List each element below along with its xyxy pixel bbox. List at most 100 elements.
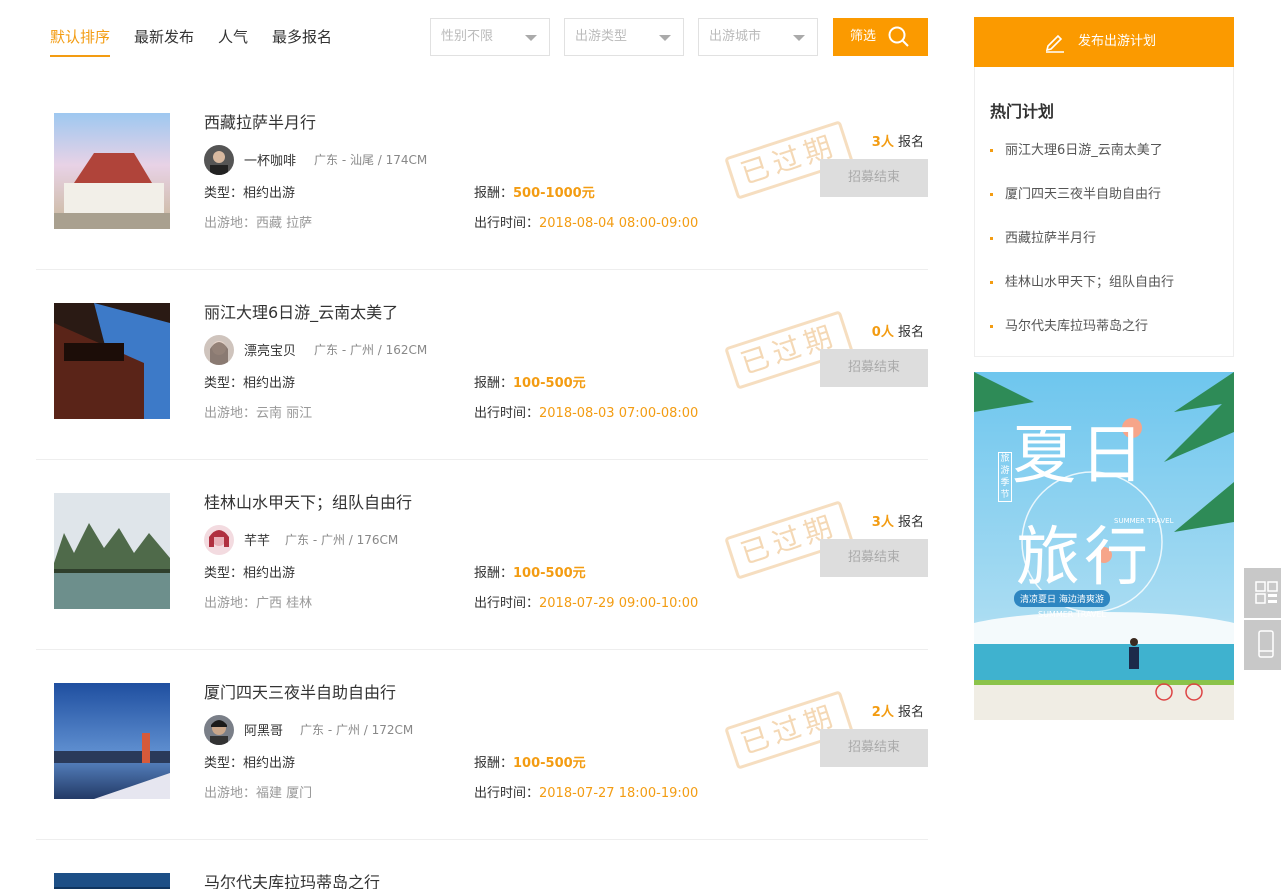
trip-thumbnail[interactable] <box>54 873 170 889</box>
signup-count: 2人 报名 <box>872 701 924 720</box>
user-info: 广东 - 广州 / 162CM <box>314 343 428 357</box>
user-name[interactable]: 阿黑哥 <box>244 720 283 739</box>
summer-travel-banner[interactable]: 夏日 旅行 旅游季节 SUMMER TRAVEL 清凉夏日 海边清爽游 SUMM… <box>974 372 1234 720</box>
pay-value: 100-500元 <box>513 756 586 771</box>
signup-count: 3人 报名 <box>872 131 924 150</box>
trip-thumbnail[interactable] <box>54 493 170 609</box>
trip-type-select[interactable]: 出游类型 <box>564 18 684 56</box>
gender-select[interactable]: 性别不限 <box>430 18 550 56</box>
hot-plan-item[interactable]: 西藏拉萨半月行 <box>990 227 1096 246</box>
trip-title[interactable]: 丽江大理6日游_云南太美了 <box>204 299 398 323</box>
avatar[interactable] <box>204 715 234 745</box>
bullet-icon <box>990 281 993 284</box>
time-value: 2018-08-04 08:00-09:00 <box>539 216 699 231</box>
trip-title[interactable]: 桂林山水甲天下；组队自由行 <box>204 489 412 513</box>
signup-count-value: 2人 <box>871 705 894 720</box>
type-label: 类型： <box>204 756 244 771</box>
tab-most-signups[interactable]: 最多报名 <box>272 26 332 57</box>
publish-plan-label: 发布出游计划 <box>1078 34 1157 49</box>
hot-plan-item[interactable]: 丽江大理6日游_云南太美了 <box>990 139 1163 158</box>
pay-label: 报酬： <box>474 756 514 771</box>
trip-type: 类型：相约出游 <box>204 562 295 581</box>
user-name[interactable]: 芊芊 <box>244 530 270 549</box>
chevron-down-icon <box>793 35 805 41</box>
tab-newest[interactable]: 最新发布 <box>134 26 194 57</box>
trip-pay: 报酬：100-500元 <box>474 562 586 581</box>
trip-item[interactable]: 西藏拉萨半月行 一杯咖啡 广东 - 汕尾 / 174CM 类型：相约出游 出游地… <box>36 80 928 270</box>
search-icon <box>888 26 909 47</box>
type-value: 相约出游 <box>243 756 296 771</box>
trip-item[interactable]: 马尔代夫库拉玛蒂岛之行 <box>36 840 928 889</box>
trip-title[interactable]: 马尔代夫库拉玛蒂岛之行 <box>204 869 380 889</box>
trip-place: 出游地：西藏 拉萨 <box>204 212 312 231</box>
trip-item[interactable]: 丽江大理6日游_云南太美了 漂亮宝贝 广东 - 广州 / 162CM 类型：相约… <box>36 270 928 460</box>
place-value: 广西 桂林 <box>256 596 313 611</box>
user-info: 广东 - 广州 / 176CM <box>285 533 399 547</box>
avatar[interactable] <box>204 525 234 555</box>
place-value: 西藏 拉萨 <box>256 216 313 231</box>
trip-type: 类型：相约出游 <box>204 372 295 391</box>
filter-button[interactable]: 筛选 <box>833 18 928 56</box>
tab-popular[interactable]: 人气 <box>218 26 248 57</box>
banner-title-summer: 夏日 <box>1012 419 1148 493</box>
time-label: 出行时间： <box>474 216 540 231</box>
user-info: 广东 - 汕尾 / 174CM <box>314 153 428 167</box>
pay-label: 报酬： <box>474 566 514 581</box>
avatar[interactable] <box>204 145 234 175</box>
type-value: 相约出游 <box>243 186 296 201</box>
type-value: 相约出游 <box>243 376 296 391</box>
mobile-button[interactable] <box>1244 620 1281 670</box>
recruitment-closed-button[interactable]: 招募结束 <box>820 159 928 197</box>
qrcode-icon <box>1255 581 1278 604</box>
signup-count-value: 3人 <box>871 135 894 150</box>
hot-plan-item[interactable]: 厦门四天三夜半自助自由行 <box>990 183 1161 202</box>
user-name[interactable]: 漂亮宝贝 <box>244 340 296 359</box>
trip-item[interactable]: 桂林山水甲天下；组队自由行 芊芊 广东 - 广州 / 176CM 类型：相约出游… <box>36 460 928 650</box>
trip-thumbnail[interactable] <box>54 683 170 799</box>
trip-title[interactable]: 西藏拉萨半月行 <box>204 109 316 133</box>
recruitment-closed-button[interactable]: 招募结束 <box>820 729 928 767</box>
trip-list: 西藏拉萨半月行 一杯咖啡 广东 - 汕尾 / 174CM 类型：相约出游 出游地… <box>36 80 928 889</box>
hot-plan-label: 马尔代夫库拉玛蒂岛之行 <box>1005 319 1149 334</box>
tab-default-sort[interactable]: 默认排序 <box>50 26 111 57</box>
hot-plan-item[interactable]: 桂林山水甲天下；组队自由行 <box>990 271 1174 290</box>
signup-count: 0人 报名 <box>872 321 924 340</box>
chevron-down-icon <box>525 35 537 41</box>
pay-value: 500-1000元 <box>513 186 595 201</box>
hot-plans-panel: 热门计划 丽江大理6日游_云南太美了 厦门四天三夜半自助自由行 西藏拉萨半月行 … <box>974 67 1234 357</box>
place-value: 福建 厦门 <box>256 786 313 801</box>
trip-title[interactable]: 厦门四天三夜半自助自由行 <box>204 679 396 703</box>
hot-plan-label: 厦门四天三夜半自助自由行 <box>1005 187 1162 202</box>
recruitment-closed-button[interactable]: 招募结束 <box>820 539 928 577</box>
place-value: 云南 丽江 <box>256 406 313 421</box>
publish-plan-button[interactable]: 发布出游计划 <box>974 17 1234 67</box>
qrcode-button[interactable] <box>1244 568 1281 618</box>
time-value: 2018-07-27 18:00-19:00 <box>539 786 699 801</box>
chevron-down-icon <box>659 35 671 41</box>
signup-label: 报名 <box>897 135 924 150</box>
user-name[interactable]: 一杯咖啡 <box>244 150 296 169</box>
trip-place: 出游地：广西 桂林 <box>204 592 312 611</box>
avatar[interactable] <box>204 335 234 365</box>
trip-place: 出游地：云南 丽江 <box>204 402 312 421</box>
trip-type-select-value: 出游类型 <box>575 29 628 44</box>
banner-footer-caption: SUMMER TRAVEL <box>1038 610 1106 619</box>
signup-count-value: 3人 <box>871 515 894 530</box>
recruitment-closed-button[interactable]: 招募结束 <box>820 349 928 387</box>
city-select[interactable]: 出游城市 <box>698 18 818 56</box>
hot-plan-item[interactable]: 马尔代夫库拉玛蒂岛之行 <box>990 315 1148 334</box>
trip-thumbnail[interactable] <box>54 303 170 419</box>
city-select-value: 出游城市 <box>709 29 762 44</box>
pay-label: 报酬： <box>474 376 514 391</box>
trip-time: 出行时间：2018-07-29 09:00-10:00 <box>474 592 698 611</box>
gender-select-value: 性别不限 <box>441 29 494 44</box>
time-label: 出行时间： <box>474 786 540 801</box>
trip-type: 类型：相约出游 <box>204 752 295 771</box>
place-label: 出游地： <box>204 216 257 231</box>
time-label: 出行时间： <box>474 596 540 611</box>
trip-item[interactable]: 厦门四天三夜半自助自由行 阿黑哥 广东 - 广州 / 172CM 类型：相约出游… <box>36 650 928 840</box>
pay-value: 100-500元 <box>513 566 586 581</box>
banner-vertical-text: 旅游季节 <box>998 452 1012 502</box>
page: 默认排序 最新发布 人气 最多报名 性别不限 出游类型 出游城市 筛选 西藏拉萨… <box>0 0 1281 889</box>
trip-thumbnail[interactable] <box>54 113 170 229</box>
